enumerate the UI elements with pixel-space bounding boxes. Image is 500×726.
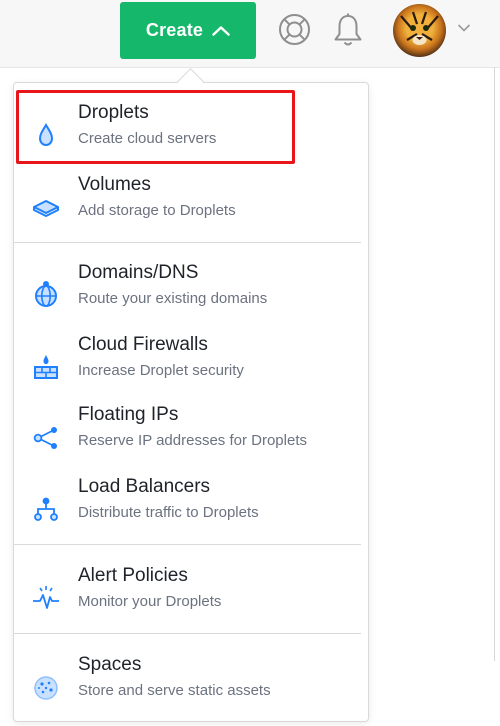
- notification-bell-icon[interactable]: [331, 12, 365, 48]
- user-avatar[interactable]: [393, 4, 446, 57]
- menu-item-title: Cloud Firewalls: [78, 334, 208, 355]
- menu-item-subtitle: Create cloud servers: [78, 130, 217, 147]
- menu-item-spaces[interactable]: Spaces Store and serve static assets: [14, 650, 368, 716]
- floating-ip-icon: [33, 427, 57, 449]
- globe-icon: [35, 281, 57, 307]
- load-balancer-icon: [34, 497, 58, 521]
- droplet-icon: [38, 123, 54, 147]
- create-label: Create: [145, 20, 204, 40]
- menu-item-subtitle: Store and serve static assets: [78, 682, 271, 699]
- alert-policy-icon: [33, 586, 59, 609]
- menu-item-subtitle: Add storage to Droplets: [78, 202, 236, 219]
- menu-item-domains-dns[interactable]: Domains/DNS Route your existing domains: [14, 258, 368, 324]
- tiger-avatar-image: [400, 11, 439, 45]
- menu-item-droplets[interactable]: Droplets Create cloud servers: [14, 98, 368, 164]
- menu-item-volumes[interactable]: Volumes Add storage to Droplets: [14, 170, 368, 236]
- menu-item-floating-ips[interactable]: Floating IPs Reserve IP addresses for Dr…: [14, 400, 368, 466]
- menu-item-cloud-firewalls[interactable]: Cloud Firewalls Increase Droplet securit…: [14, 330, 368, 396]
- menu-item-subtitle: Increase Droplet security: [78, 362, 244, 379]
- menu-item-title: Volumes: [78, 174, 151, 195]
- help-lifebuoy-icon[interactable]: [278, 13, 311, 46]
- menu-item-title: Alert Policies: [78, 565, 188, 586]
- menu-divider: [14, 633, 361, 634]
- menu-item-title: Floating IPs: [78, 404, 179, 425]
- menu-item-subtitle: Distribute traffic to Droplets: [78, 504, 259, 521]
- menu-divider: [14, 242, 361, 243]
- page-edge-divider: [494, 67, 495, 661]
- menu-item-title: Domains/DNS: [78, 262, 199, 283]
- menu-item-title: Droplets: [78, 102, 149, 123]
- menu-item-load-balancers[interactable]: Load Balancers Distribute traffic to Dro…: [14, 472, 368, 538]
- create-button[interactable]: Create: [120, 2, 256, 59]
- menu-item-subtitle: Monitor your Droplets: [78, 593, 222, 610]
- menu-item-subtitle: Route your existing domains: [78, 290, 268, 307]
- menu-item-subtitle: Reserve IP addresses for Droplets: [78, 432, 307, 449]
- spaces-icon: [34, 676, 58, 700]
- menu-divider: [14, 544, 361, 545]
- volume-icon: [33, 200, 59, 217]
- menu-item-title: Load Balancers: [78, 476, 211, 497]
- menu-item-title: Spaces: [78, 654, 142, 675]
- create-dropdown-menu: Droplets Create cloud servers Volumes Ad…: [13, 82, 369, 722]
- chevron-down-icon[interactable]: [457, 23, 471, 33]
- chevron-up-icon: [212, 26, 230, 36]
- menu-item-alert-policies[interactable]: Alert Policies Monitor your Droplets: [14, 561, 368, 627]
- firewall-icon: [34, 355, 58, 379]
